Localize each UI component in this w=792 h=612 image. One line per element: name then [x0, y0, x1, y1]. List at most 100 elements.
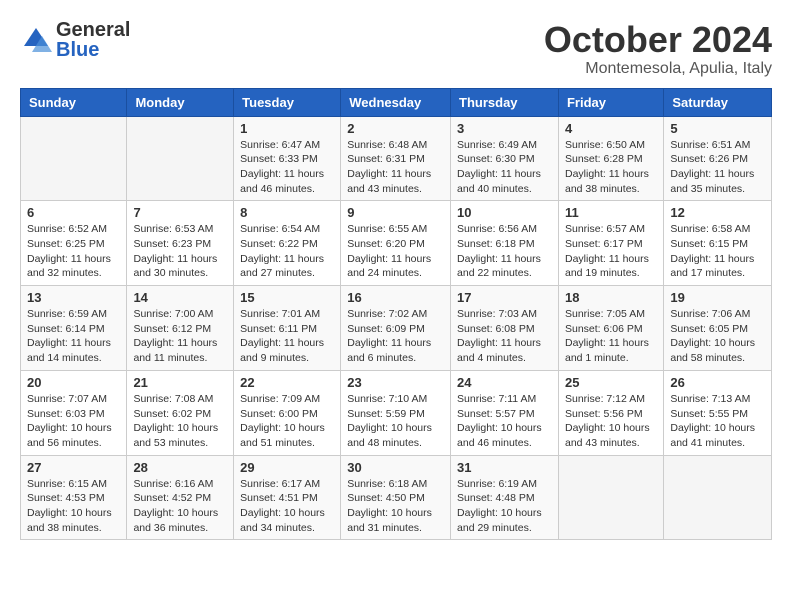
day-number: 15 [240, 290, 334, 305]
day-info: Sunrise: 7:06 AMSunset: 6:05 PMDaylight:… [670, 307, 765, 366]
month-title: October 2024 [544, 20, 772, 60]
calendar-cell [664, 455, 772, 540]
weekday-header: Wednesday [341, 88, 451, 116]
day-number: 8 [240, 205, 334, 220]
day-number: 27 [27, 460, 120, 475]
day-info: Sunrise: 6:59 AMSunset: 6:14 PMDaylight:… [27, 307, 120, 366]
day-info: Sunrise: 6:52 AMSunset: 6:25 PMDaylight:… [27, 222, 120, 281]
calendar-table: SundayMondayTuesdayWednesdayThursdayFrid… [20, 88, 772, 541]
day-number: 26 [670, 375, 765, 390]
calendar-week-row: 1 Sunrise: 6:47 AMSunset: 6:33 PMDaylight… [21, 116, 772, 201]
day-info: Sunrise: 7:11 AMSunset: 5:57 PMDaylight:… [457, 392, 552, 451]
calendar-cell: 16Sunrise: 7:02 AMSunset: 6:09 PMDayligh… [341, 286, 451, 371]
weekday-header: Saturday [664, 88, 772, 116]
day-info: Sunrise: 7:05 AMSunset: 6:06 PMDaylight:… [565, 307, 657, 366]
day-number: 30 [347, 460, 444, 475]
day-info: Sunrise: 6:50 AMSunset: 6:28 PMDaylight:… [565, 138, 657, 197]
calendar-cell: 18 Sunrise: 7:05 AMSunset: 6:06 PMDayligh… [558, 286, 663, 371]
calendar-cell: 2 Sunrise: 6:48 AMSunset: 6:31 PMDaylight… [341, 116, 451, 201]
calendar-cell: 19 Sunrise: 7:06 AMSunset: 6:05 PMDayligh… [664, 286, 772, 371]
logo-icon [20, 26, 52, 54]
logo: General Blue [20, 20, 130, 60]
day-info: Sunrise: 6:55 AMSunset: 6:20 PMDaylight:… [347, 222, 444, 281]
day-number: 9 [347, 205, 444, 220]
day-number: 21 [133, 375, 227, 390]
day-number: 18 [565, 290, 657, 305]
calendar-cell: 14Sunrise: 7:00 AMSunset: 6:12 PMDayligh… [127, 286, 234, 371]
weekday-header: Sunday [21, 88, 127, 116]
calendar-cell: 28 Sunrise: 6:16 AMSunset: 4:52 PMDayligh… [127, 455, 234, 540]
calendar-cell: 7 Sunrise: 6:53 AMSunset: 6:23 PMDaylight… [127, 201, 234, 286]
day-number: 13 [27, 290, 120, 305]
calendar-week-row: 13 Sunrise: 6:59 AMSunset: 6:14 PMDayligh… [21, 286, 772, 371]
day-number: 2 [347, 121, 444, 136]
day-info: Sunrise: 6:17 AMSunset: 4:51 PMDaylight:… [240, 477, 334, 536]
calendar-week-row: 20 Sunrise: 7:07 AMSunset: 6:03 PMDayligh… [21, 370, 772, 455]
day-number: 11 [565, 205, 657, 220]
title-section: October 2024 Montemesola, Apulia, Italy [544, 20, 772, 78]
calendar-week-row: 6 Sunrise: 6:52 AMSunset: 6:25 PMDaylight… [21, 201, 772, 286]
calendar-cell: 23 Sunrise: 7:10 AMSunset: 5:59 PMDayligh… [341, 370, 451, 455]
day-info: Sunrise: 7:02 AMSunset: 6:09 PMDaylight:… [347, 307, 444, 366]
calendar-cell: 5 Sunrise: 6:51 AMSunset: 6:26 PMDaylight… [664, 116, 772, 201]
day-number: 29 [240, 460, 334, 475]
day-info: Sunrise: 6:57 AMSunset: 6:17 PMDaylight:… [565, 222, 657, 281]
day-number: 6 [27, 205, 120, 220]
calendar-cell: 9 Sunrise: 6:55 AMSunset: 6:20 PMDaylight… [341, 201, 451, 286]
day-number: 5 [670, 121, 765, 136]
day-info: Sunrise: 7:03 AMSunset: 6:08 PMDaylight:… [457, 307, 552, 366]
day-number: 24 [457, 375, 552, 390]
day-number: 4 [565, 121, 657, 136]
calendar-cell: 10Sunrise: 6:56 AMSunset: 6:18 PMDayligh… [451, 201, 559, 286]
calendar-cell: 13 Sunrise: 6:59 AMSunset: 6:14 PMDayligh… [21, 286, 127, 371]
calendar-cell: 17 Sunrise: 7:03 AMSunset: 6:08 PMDayligh… [451, 286, 559, 371]
calendar-cell: 26Sunrise: 7:13 AMSunset: 5:55 PMDayligh… [664, 370, 772, 455]
calendar-cell: 15 Sunrise: 7:01 AMSunset: 6:11 PMDayligh… [234, 286, 341, 371]
calendar-cell: 11 Sunrise: 6:57 AMSunset: 6:17 PMDayligh… [558, 201, 663, 286]
day-number: 28 [133, 460, 227, 475]
day-info: Sunrise: 6:58 AMSunset: 6:15 PMDaylight:… [670, 222, 765, 281]
calendar-week-row: 27Sunrise: 6:15 AMSunset: 4:53 PMDayligh… [21, 455, 772, 540]
day-info: Sunrise: 7:08 AMSunset: 6:02 PMDaylight:… [133, 392, 227, 451]
day-info: Sunrise: 7:01 AMSunset: 6:11 PMDaylight:… [240, 307, 334, 366]
calendar-cell: 20 Sunrise: 7:07 AMSunset: 6:03 PMDayligh… [21, 370, 127, 455]
day-number: 22 [240, 375, 334, 390]
day-number: 17 [457, 290, 552, 305]
location-title: Montemesola, Apulia, Italy [544, 60, 772, 78]
calendar-cell: 27Sunrise: 6:15 AMSunset: 4:53 PMDayligh… [21, 455, 127, 540]
day-number: 1 [240, 121, 334, 136]
calendar-cell [558, 455, 663, 540]
day-info: Sunrise: 6:16 AMSunset: 4:52 PMDaylight:… [133, 477, 227, 536]
day-number: 3 [457, 121, 552, 136]
day-number: 20 [27, 375, 120, 390]
calendar-cell: 21 Sunrise: 7:08 AMSunset: 6:02 PMDayligh… [127, 370, 234, 455]
calendar-cell: 8Sunrise: 6:54 AMSunset: 6:22 PMDaylight… [234, 201, 341, 286]
day-info: Sunrise: 6:48 AMSunset: 6:31 PMDaylight:… [347, 138, 444, 197]
day-info: Sunrise: 6:19 AMSunset: 4:48 PMDaylight:… [457, 477, 552, 536]
weekday-header: Monday [127, 88, 234, 116]
calendar-cell: 29 Sunrise: 6:17 AMSunset: 4:51 PMDayligh… [234, 455, 341, 540]
calendar-cell: 12Sunrise: 6:58 AMSunset: 6:15 PMDayligh… [664, 201, 772, 286]
calendar-cell: 25Sunrise: 7:12 AMSunset: 5:56 PMDayligh… [558, 370, 663, 455]
calendar-cell: 22 Sunrise: 7:09 AMSunset: 6:00 PMDayligh… [234, 370, 341, 455]
day-number: 10 [457, 205, 552, 220]
page-header: General Blue October 2024 Montemesola, A… [20, 20, 772, 78]
day-info: Sunrise: 7:10 AMSunset: 5:59 PMDaylight:… [347, 392, 444, 451]
calendar-cell: 24 Sunrise: 7:11 AMSunset: 5:57 PMDayligh… [451, 370, 559, 455]
day-info: Sunrise: 6:47 AMSunset: 6:33 PMDaylight:… [240, 138, 334, 197]
day-number: 19 [670, 290, 765, 305]
day-info: Sunrise: 6:51 AMSunset: 6:26 PMDaylight:… [670, 138, 765, 197]
calendar-cell: 1 Sunrise: 6:47 AMSunset: 6:33 PMDaylight… [234, 116, 341, 201]
day-number: 23 [347, 375, 444, 390]
day-info: Sunrise: 6:18 AMSunset: 4:50 PMDaylight:… [347, 477, 444, 536]
weekday-header-row: SundayMondayTuesdayWednesdayThursdayFrid… [21, 88, 772, 116]
weekday-header: Thursday [451, 88, 559, 116]
day-info: Sunrise: 7:12 AMSunset: 5:56 PMDaylight:… [565, 392, 657, 451]
logo-blue-text: Blue [56, 40, 130, 60]
day-info: Sunrise: 6:53 AMSunset: 6:23 PMDaylight:… [133, 222, 227, 281]
day-info: Sunrise: 7:07 AMSunset: 6:03 PMDaylight:… [27, 392, 120, 451]
calendar-cell: 31Sunrise: 6:19 AMSunset: 4:48 PMDayligh… [451, 455, 559, 540]
day-info: Sunrise: 7:00 AMSunset: 6:12 PMDaylight:… [133, 307, 227, 366]
day-number: 7 [133, 205, 227, 220]
day-info: Sunrise: 7:09 AMSunset: 6:00 PMDaylight:… [240, 392, 334, 451]
